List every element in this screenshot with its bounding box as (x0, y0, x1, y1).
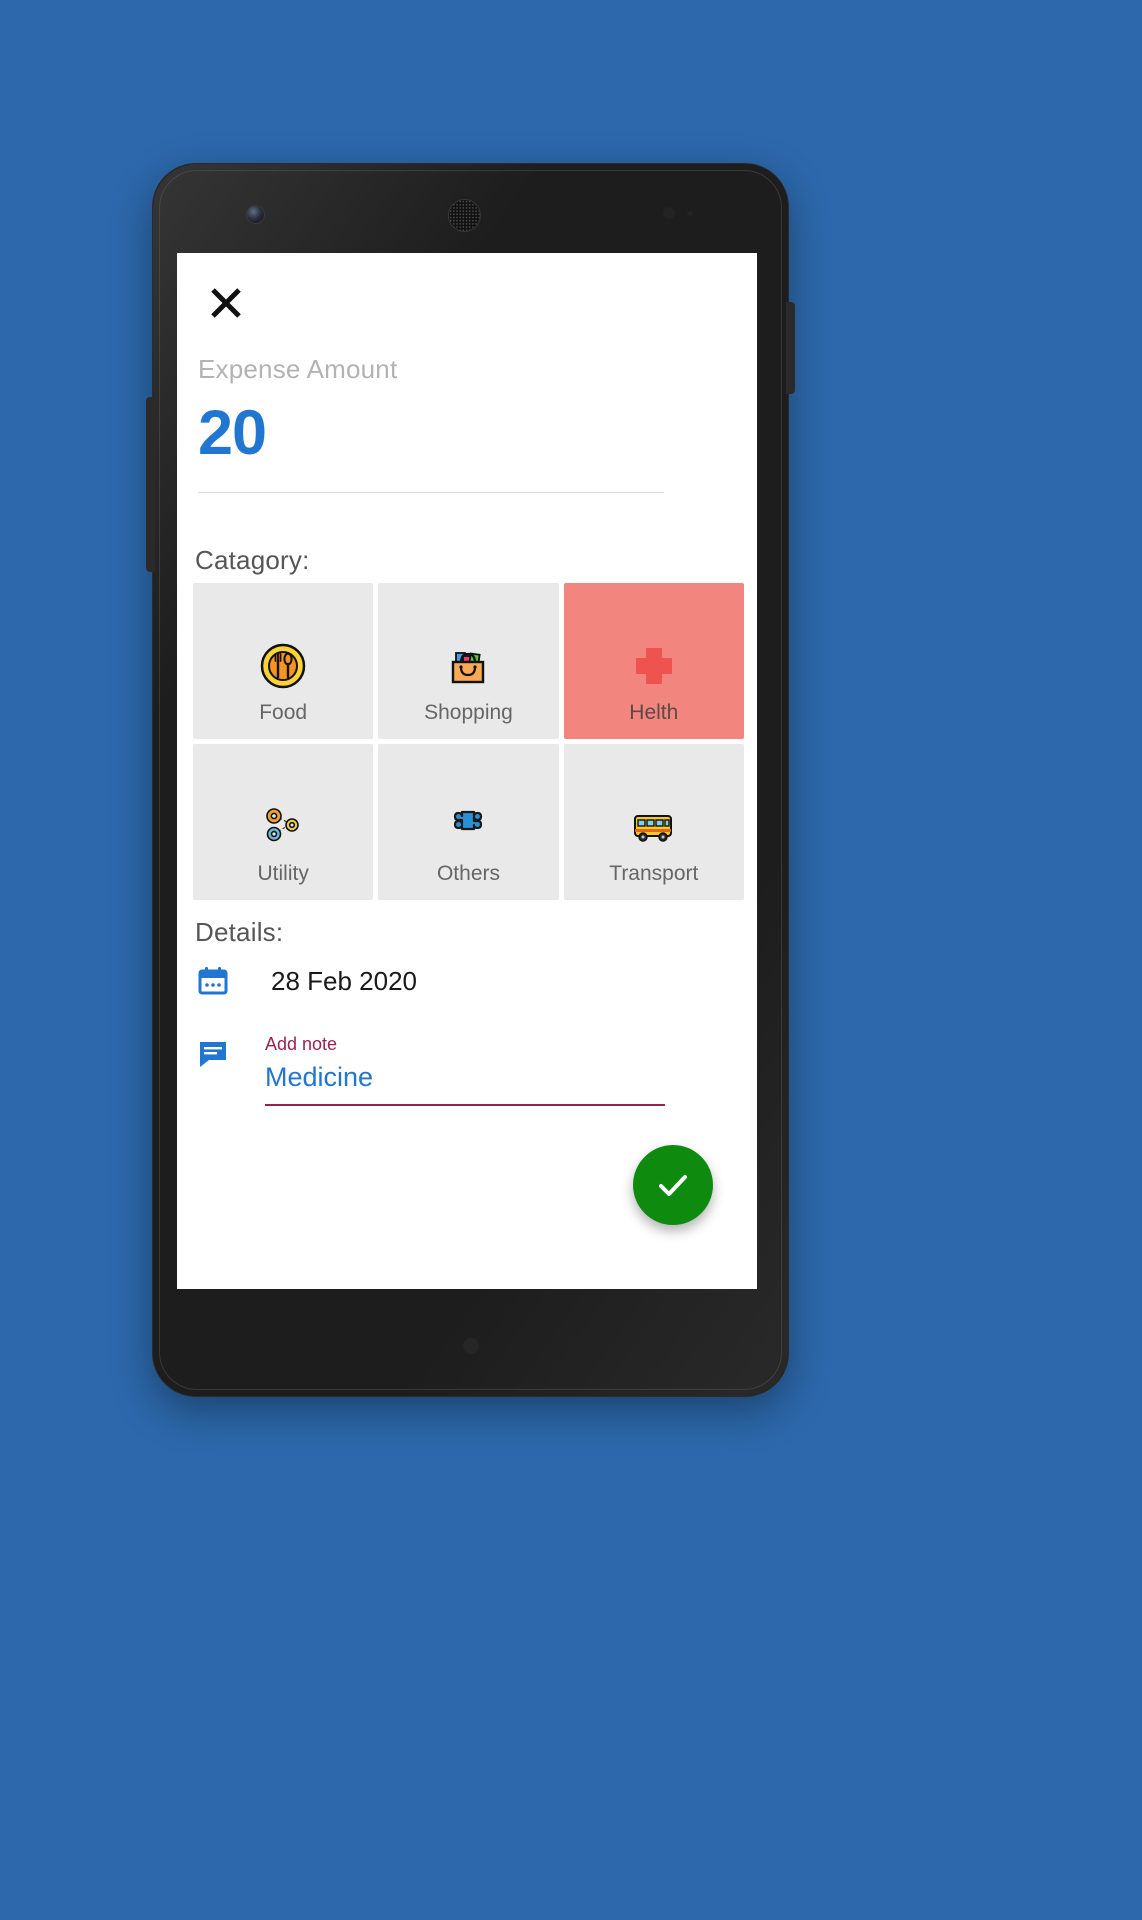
category-tile-helth[interactable]: Helth (563, 583, 744, 739)
phone-device-frame: Expense Amount 20 Catagory: Food Shoppin… (146, 163, 795, 1397)
medical-cross-icon (628, 640, 680, 692)
note-value[interactable]: Medicine (265, 1062, 665, 1105)
date-row[interactable]: 28 Feb 2020 (195, 963, 739, 999)
front-camera-icon (246, 205, 265, 224)
category-tile-food[interactable]: Food (193, 583, 374, 739)
school-bus-icon (628, 801, 680, 853)
light-sensor-icon (687, 211, 693, 216)
close-icon (206, 283, 246, 323)
expense-amount-underline (198, 491, 664, 493)
volume-button[interactable] (146, 397, 155, 572)
home-indicator-dot (462, 1338, 479, 1354)
phone-screen: Expense Amount 20 Catagory: Food Shoppin… (177, 253, 757, 1289)
shopping-bag-icon (442, 640, 494, 692)
expense-amount-value[interactable]: 20 (198, 399, 736, 465)
category-tile-shopping[interactable]: Shopping (378, 583, 559, 739)
puzzle-piece-icon (442, 801, 494, 853)
screenshot-root: Expense Amount 20 Catagory: Food Shoppin… (0, 0, 1142, 1920)
category-section-title: Catagory: (195, 545, 310, 575)
proximity-sensor-icon (663, 207, 675, 219)
category-grid: Food Shopping Helth Utility Others Trans… (193, 583, 744, 900)
earpiece-speaker-icon (448, 199, 481, 232)
note-underline (265, 1104, 665, 1107)
food-plate-icon (257, 640, 309, 692)
date-value[interactable]: 28 Feb 2020 (271, 968, 417, 994)
close-button[interactable] (198, 275, 254, 331)
category-label: Transport (609, 862, 699, 885)
category-label: Helth (629, 701, 679, 724)
gears-icon (257, 801, 309, 853)
category-tile-utility[interactable]: Utility (193, 744, 374, 900)
category-label: Shopping (424, 701, 513, 724)
note-input-field[interactable]: Add note Medicine (265, 1034, 665, 1107)
category-label: Food (259, 701, 308, 724)
power-button[interactable] (786, 302, 795, 394)
category-label: Others (436, 862, 500, 885)
expense-amount-field[interactable]: Expense Amount 20 (198, 355, 736, 493)
calendar-icon (195, 963, 231, 999)
check-icon (652, 1164, 694, 1206)
category-label: Utility (257, 862, 309, 885)
details-section-title: Details: (195, 917, 284, 947)
category-tile-others[interactable]: Others (378, 744, 559, 900)
note-row[interactable]: Add note Medicine (195, 1034, 739, 1107)
save-fab-button[interactable] (633, 1145, 713, 1225)
note-label: Add note (265, 1034, 338, 1054)
category-tile-transport[interactable]: Transport (563, 744, 744, 900)
chat-note-icon (195, 1035, 231, 1071)
expense-amount-label: Expense Amount (198, 354, 398, 384)
